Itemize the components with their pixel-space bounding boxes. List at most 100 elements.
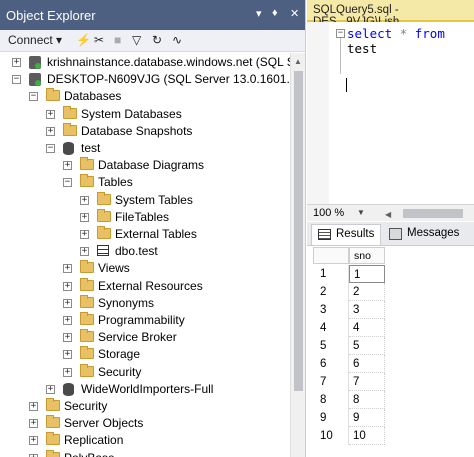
filter-icon[interactable]: ▽ (132, 33, 141, 47)
collapse-icon[interactable]: − (63, 178, 72, 188)
sql-code[interactable]: select * from test (347, 26, 474, 56)
row-number[interactable]: 9 (313, 409, 349, 427)
tree-node-label: Tables (98, 175, 133, 190)
close-icon[interactable]: ✕ (290, 7, 299, 20)
table-row[interactable]: 10 10 (313, 427, 385, 445)
tree-node-label: FileTables (115, 209, 170, 224)
query-document-tab[interactable]: SQLQuery5.sql - DES...9VJG\Lish (307, 0, 474, 28)
expand-icon[interactable]: + (63, 316, 72, 325)
horizontal-scrollbar-thumb[interactable] (403, 209, 463, 218)
expand-icon[interactable]: + (29, 419, 38, 429)
cell-sno[interactable]: 1 (349, 265, 385, 283)
scrollbar-thumb[interactable] (294, 71, 303, 391)
expand-icon[interactable]: + (63, 298, 72, 308)
refresh-icon[interactable]: ↻ (152, 33, 162, 47)
cell-sno[interactable]: 3 (349, 301, 385, 319)
expand-icon[interactable]: + (46, 384, 55, 394)
expand-icon[interactable]: + (29, 402, 38, 411)
cell-sno[interactable]: 10 (349, 427, 385, 445)
tree-node-label: Views (98, 261, 130, 276)
folder-icon (63, 122, 77, 136)
expand-icon[interactable]: + (63, 350, 72, 360)
expand-icon[interactable]: + (63, 333, 72, 343)
object-explorer-title: Object Explorer (6, 8, 96, 23)
disconnect-icon[interactable]: ✂ (94, 33, 104, 47)
tree-node-label: WideWorldImporters-Full (81, 381, 214, 396)
table-row[interactable]: 22 (313, 283, 385, 301)
tab-results[interactable]: Results (311, 224, 382, 245)
cell-sno[interactable]: 8 (349, 391, 385, 409)
collapse-icon[interactable]: − (29, 92, 38, 102)
expand-icon[interactable]: + (63, 264, 72, 274)
table-row[interactable]: 55 (313, 337, 385, 355)
cell-sno[interactable]: 4 (349, 319, 385, 337)
table-row[interactable]: 99 (313, 409, 385, 427)
folder-icon (80, 174, 94, 188)
expand-icon[interactable]: + (12, 58, 21, 67)
tab-messages[interactable]: Messages (383, 224, 465, 245)
window-position-icon[interactable]: ▾ (256, 7, 262, 20)
row-number[interactable]: 4 (313, 319, 349, 337)
pin-icon[interactable]: ♦ (272, 7, 278, 19)
scroll-left-icon[interactable]: ◀ (385, 210, 391, 219)
row-number[interactable]: 5 (313, 337, 349, 355)
cell-sno[interactable]: 9 (349, 409, 385, 427)
expand-icon[interactable]: + (63, 367, 72, 377)
expand-icon[interactable]: + (29, 436, 38, 446)
zoom-level[interactable]: 100 % (313, 207, 344, 219)
object-explorer-panel: Object Explorer ▾ ♦ ✕ Connect ▾ ⚡ ✂ ■ ▽ … (0, 0, 306, 457)
expand-icon[interactable]: + (63, 161, 72, 171)
expand-icon[interactable]: + (29, 453, 38, 457)
row-number[interactable]: 10 (313, 427, 349, 445)
table-row[interactable]: 66 (313, 355, 385, 373)
cell-sno[interactable]: 5 (349, 337, 385, 355)
scroll-up-icon[interactable]: ▲ (294, 57, 302, 66)
cell-sno[interactable]: 6 (349, 355, 385, 373)
folder-icon (80, 312, 94, 325)
object-explorer-tree: + krishnainstance.database.windows.net (S… (0, 53, 290, 457)
tree-node-label: dbo.test (115, 244, 158, 259)
activity-monitor-icon[interactable]: ∿ (172, 33, 182, 47)
expand-icon[interactable]: + (80, 247, 89, 257)
expand-icon[interactable]: + (63, 281, 72, 291)
star-operator: * (399, 26, 408, 41)
object-explorer-scrollbar[interactable]: ▲ (290, 53, 305, 457)
table-row[interactable]: 88 (313, 391, 385, 409)
zoom-dropdown-icon[interactable]: ▼ (357, 208, 365, 217)
column-header-sno[interactable]: sno (349, 247, 385, 264)
grid-corner[interactable] (313, 247, 349, 264)
row-number[interactable]: 6 (313, 355, 349, 373)
expand-icon[interactable]: + (80, 230, 89, 239)
collapse-icon[interactable]: − (336, 29, 345, 38)
table-row[interactable]: 11 (313, 265, 385, 283)
database-icon (63, 382, 74, 396)
collapse-icon[interactable]: − (12, 75, 21, 85)
expand-icon[interactable]: + (46, 109, 55, 119)
row-number[interactable]: 7 (313, 373, 349, 391)
keyword-select: select (347, 26, 393, 41)
row-number[interactable]: 3 (313, 301, 349, 319)
keyword-from: from (414, 26, 445, 41)
table-row[interactable]: 44 (313, 319, 385, 337)
table-row[interactable]: 77 (313, 373, 385, 391)
expand-icon[interactable]: + (80, 212, 89, 222)
row-number[interactable]: 2 (313, 283, 349, 301)
cell-sno[interactable]: 2 (349, 283, 385, 301)
tree-node-label: Server Objects (64, 416, 144, 431)
cell-sno[interactable]: 7 (349, 373, 385, 391)
table-row[interactable]: 33 (313, 301, 385, 319)
collapse-icon[interactable]: − (46, 144, 55, 153)
expand-icon[interactable]: + (80, 195, 89, 205)
connect-button[interactable]: Connect ▾ (8, 33, 62, 47)
folder-icon (80, 294, 94, 308)
query-editor[interactable]: − select * from test (307, 22, 474, 204)
tree-node-label: Security (98, 364, 142, 379)
connect-icon[interactable]: ⚡ (76, 33, 91, 47)
tab-results-label: Results (336, 228, 375, 240)
folder-icon (80, 260, 94, 274)
folder-icon (46, 449, 60, 457)
row-number[interactable]: 8 (313, 391, 349, 409)
row-number[interactable]: 1 (313, 265, 349, 283)
expand-icon[interactable]: + (46, 126, 55, 136)
stop-icon[interactable]: ■ (114, 33, 121, 47)
